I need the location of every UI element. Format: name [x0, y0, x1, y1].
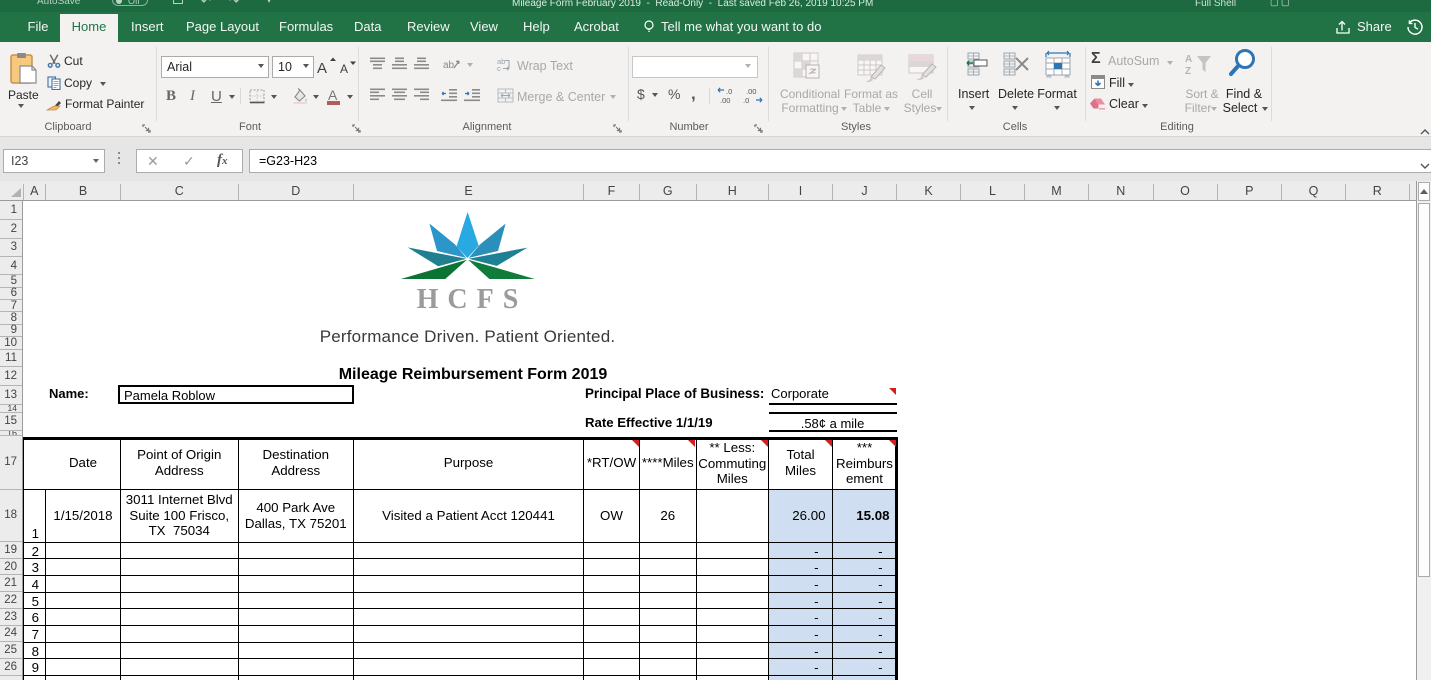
svg-text:A: A — [317, 60, 327, 77]
svg-text:ab: ab — [443, 60, 455, 71]
svg-text:.00: .00 — [720, 96, 730, 104]
svg-text:A: A — [1185, 54, 1192, 65]
svg-text:.0: .0 — [726, 87, 732, 96]
svg-text:A: A — [340, 62, 348, 76]
svg-text:Z: Z — [1185, 66, 1191, 77]
svg-text:.00: .00 — [746, 87, 756, 96]
svg-text:c: c — [497, 64, 501, 72]
svg-text:.0: .0 — [743, 96, 749, 104]
